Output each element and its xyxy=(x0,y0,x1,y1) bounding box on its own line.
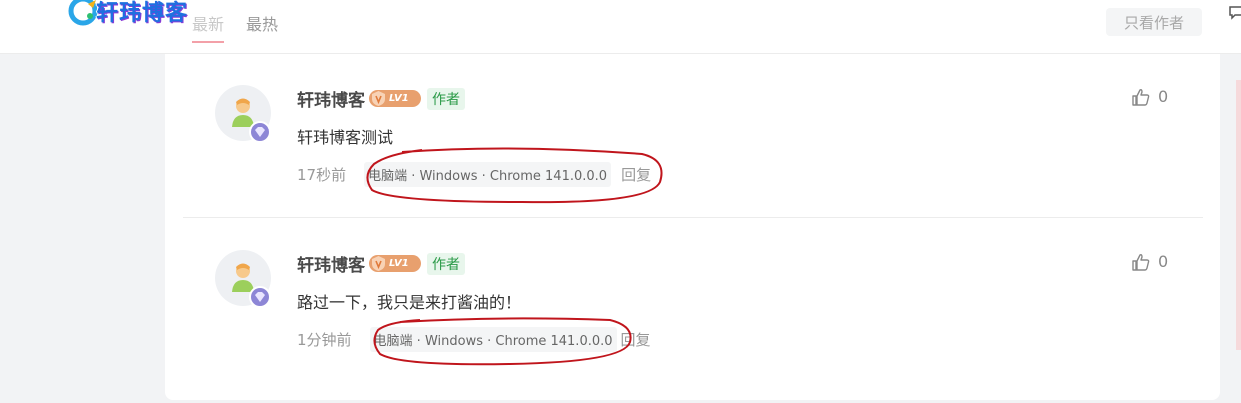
device-info: 电脑端 · Windows · Chrome 141.0.0.0 xyxy=(369,327,617,352)
logo-text: 轩玮博客 xyxy=(96,1,189,26)
chat-icon[interactable] xyxy=(1228,4,1241,20)
level-shield-icon xyxy=(372,91,385,106)
comment-sort-tabs: 最新 最热 xyxy=(192,11,278,43)
device-info: 电脑端 · Windows · Chrome 141.0.0.0 xyxy=(364,162,612,187)
comment-meta: 1分钟前 电脑端 · Windows · Chrome 141.0.0.0 回复 xyxy=(297,327,651,352)
comment-text: 路过一下，我只是来打酱油的！ xyxy=(297,293,522,312)
like-button[interactable]: 0 xyxy=(1132,252,1168,271)
like-button[interactable]: 0 xyxy=(1132,87,1168,106)
comment-header: 轩玮博客 LV1 作者 xyxy=(297,251,465,276)
author-tag: 作者 xyxy=(427,252,465,275)
comment-time: 1分钟前 xyxy=(297,331,352,349)
comment-meta: 17秒前 电脑端 · Windows · Chrome 141.0.0.0 回复 xyxy=(297,162,651,187)
comment-item: 轩玮博客 LV1 作者 路过一下，我只是来打酱油的！ 1分钟前 电脑端 · Wi… xyxy=(165,219,1220,369)
thumbs-up-icon xyxy=(1132,253,1150,271)
vip-gem-icon xyxy=(249,286,271,308)
logo-icon xyxy=(68,0,98,26)
level-badge: LV1 xyxy=(369,90,421,107)
level-label: LV1 xyxy=(389,258,409,269)
comment-list: 轩玮博客 LV1 作者 轩玮博客测试 17秒前 电脑端 · Windows · … xyxy=(165,54,1220,400)
username[interactable]: 轩玮博客 xyxy=(297,251,365,276)
tab-hot[interactable]: 最热 xyxy=(246,11,278,35)
scroll-accent xyxy=(1236,80,1241,350)
comment-time: 17秒前 xyxy=(297,166,347,184)
level-badge: LV1 xyxy=(369,255,421,272)
reply-button[interactable]: 回复 xyxy=(621,329,651,350)
comment-text: 轩玮博客测试 xyxy=(297,128,394,147)
vip-gem-icon xyxy=(249,121,271,143)
author-tag: 作者 xyxy=(427,87,465,110)
username[interactable]: 轩玮博客 xyxy=(297,86,365,111)
like-count: 0 xyxy=(1158,87,1169,106)
comment-header: 轩玮博客 LV1 作者 xyxy=(297,86,465,111)
comment-divider xyxy=(183,217,1203,218)
site-logo[interactable]: 轩玮博客 xyxy=(66,0,188,28)
thumbs-up-icon xyxy=(1132,88,1150,106)
top-bar: 轩玮博客 最新 最热 只看作者 xyxy=(0,0,1241,54)
tab-latest[interactable]: 最新 xyxy=(192,11,225,43)
only-author-button[interactable]: 只看作者 xyxy=(1106,8,1202,36)
reply-button[interactable]: 回复 xyxy=(621,164,651,185)
level-label: LV1 xyxy=(389,93,409,104)
level-shield-icon xyxy=(372,256,385,271)
like-count: 0 xyxy=(1158,252,1169,271)
comment-item: 轩玮博客 LV1 作者 轩玮博客测试 17秒前 电脑端 · Windows · … xyxy=(165,54,1220,204)
